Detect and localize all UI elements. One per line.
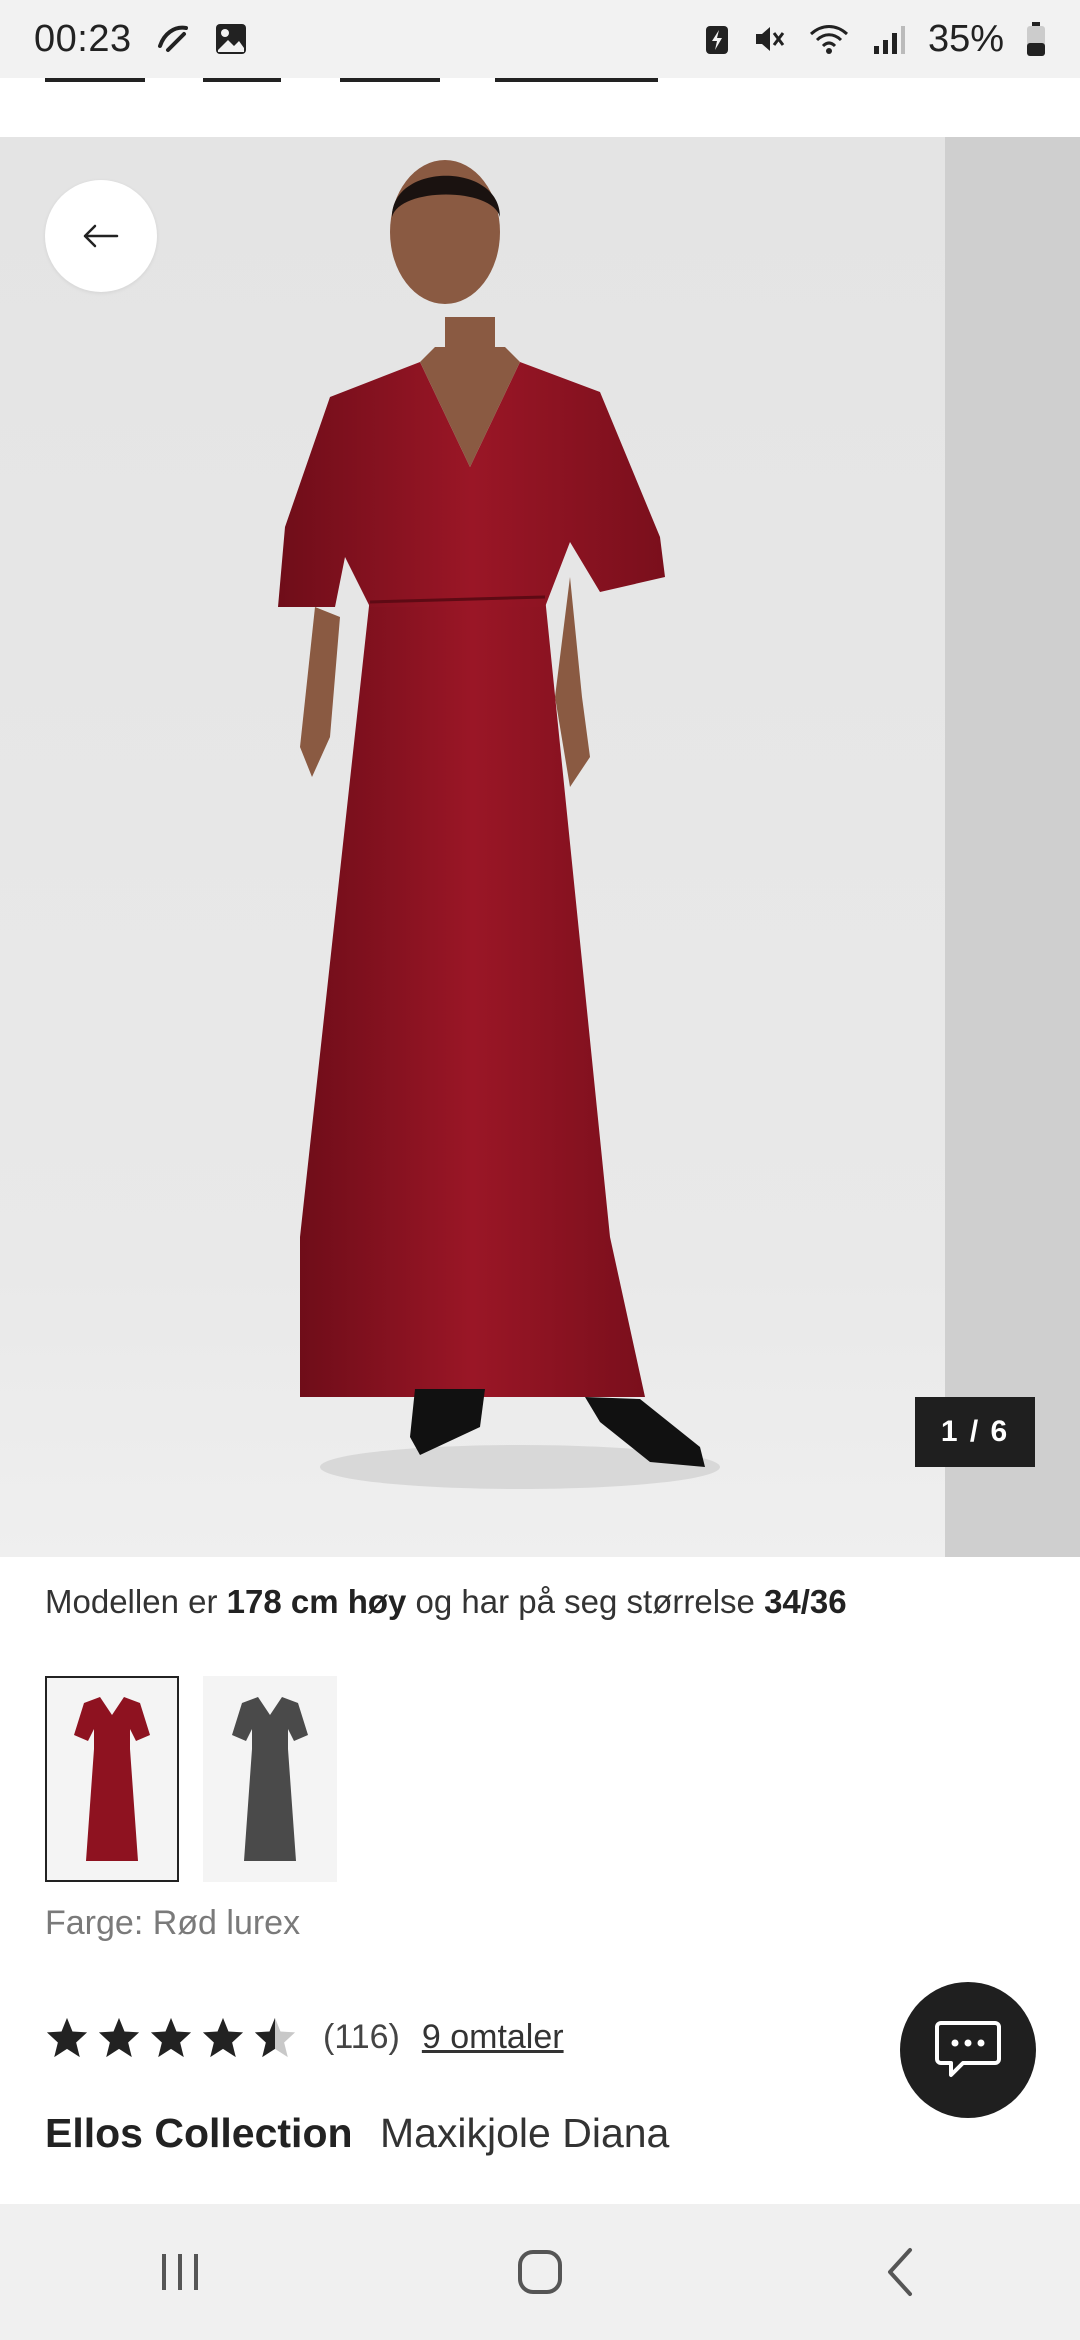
- star-icon: [98, 2017, 140, 2058]
- model-info: Modellen er 178 cm høy og har på seg stø…: [45, 1583, 847, 1621]
- gallery-notification-icon: [215, 24, 246, 54]
- product-title: Ellos Collection Maxikjole Diana: [45, 2110, 669, 2157]
- model-size: 34/36: [764, 1583, 847, 1620]
- star-icon: [202, 2017, 244, 2058]
- product-name: Maxikjole Diana: [379, 2110, 670, 2156]
- status-time: 00:23: [34, 17, 132, 60]
- color-swatch-red[interactable]: [45, 1676, 179, 1882]
- signal-icon: [873, 26, 905, 54]
- tab-indicator: [495, 78, 658, 82]
- product-image-gallery[interactable]: 1 / 6: [0, 137, 1080, 1557]
- reviews-link[interactable]: 9 omtaler: [422, 2018, 564, 2057]
- home-button[interactable]: [480, 2222, 600, 2322]
- swatch-dress-image: [232, 1697, 308, 1861]
- chat-button[interactable]: [900, 1982, 1036, 2118]
- swatch-dress-image: [74, 1697, 150, 1861]
- model-info-middle: og har på seg størrelse: [415, 1583, 755, 1620]
- system-nav-bar: [0, 2204, 1080, 2340]
- tab-indicator: [203, 78, 281, 82]
- star-icon: [46, 2017, 88, 2058]
- battery-icon: [1027, 22, 1045, 56]
- half-star-icon: [254, 2017, 296, 2058]
- model-info-prefix: Modellen er: [45, 1583, 218, 1620]
- rating: (116) 9 omtaler: [45, 2016, 564, 2058]
- mute-icon: [755, 27, 785, 51]
- battery-saver-icon: [705, 26, 728, 54]
- home-icon: [518, 2250, 562, 2294]
- category-tab-strip: [0, 78, 1080, 136]
- star-icon: [150, 2017, 192, 2058]
- battery-percent: 35%: [927, 17, 1004, 60]
- image-counter: 1 / 6: [915, 1397, 1035, 1467]
- next-image-peek[interactable]: [945, 137, 1080, 1557]
- product-image[interactable]: [0, 137, 945, 1557]
- wifi-icon: [809, 25, 848, 54]
- status-bar: 00:23 35%: [0, 0, 1080, 78]
- tab-indicator: [340, 78, 440, 82]
- brand-name: Ellos Collection: [45, 2110, 353, 2156]
- color-label: Farge: Rød lurex: [45, 1904, 301, 1942]
- recent-apps-button[interactable]: [120, 2222, 240, 2322]
- model-height: 178 cm høy: [226, 1583, 407, 1620]
- recent-apps-icon: [162, 2254, 198, 2290]
- missed-call-icon: [157, 25, 188, 52]
- chat-icon: [935, 2021, 1001, 2077]
- back-button[interactable]: [45, 180, 157, 292]
- rating-stars: [45, 2016, 297, 2058]
- nav-back-icon: [888, 2248, 912, 2296]
- review-count: (116): [323, 2017, 400, 2056]
- nav-back-button[interactable]: [840, 2222, 960, 2322]
- back-arrow-icon: [83, 224, 119, 248]
- tab-indicator: [45, 78, 145, 82]
- color-swatch-grey[interactable]: [203, 1676, 337, 1882]
